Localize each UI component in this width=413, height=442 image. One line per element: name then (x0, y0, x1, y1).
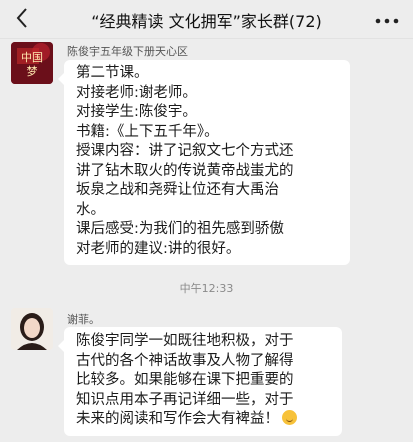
message-line-last: 未来的阅读和写作会大有裨益！ (76, 410, 336, 430)
smile-emoji-icon (282, 410, 297, 425)
message-line: 第二节课。 (76, 65, 149, 81)
message-line: 对老师的建议:讲的很好。 (76, 240, 241, 257)
message-line: 知识点用本子再记详细一些，对于 (76, 391, 294, 408)
message-line: 书籍:《上下五千年》。 (76, 123, 219, 140)
message-line: 讲了钻木取火的传说黄帝战蚩尤的 (76, 162, 294, 179)
message-line: 坂泉之战和尧舜让位还有大禹治 (76, 182, 279, 198)
message-line: 课后感受:为我们的祖先感到骄傲 (76, 221, 284, 237)
avatar[interactable]: 中国 梦 (11, 42, 53, 84)
svg-text:中国: 中国 (21, 51, 43, 64)
avatar[interactable] (11, 308, 53, 350)
chevron-left-icon (16, 8, 27, 28)
message-line: 古代的各个神话故事及人物了解得 (76, 352, 294, 369)
sender-name: 谢菲。 (67, 313, 100, 326)
chat-title: “经典精读 文化拥军”家长群(72) (91, 12, 322, 31)
message-bubble[interactable]: 第二节课。 对接老师:谢老师。 对接学生:陈俊宇。 书籍:《上下五千年》。 授课… (58, 60, 350, 265)
message-text: 未来的阅读和写作会大有裨益！ (76, 411, 279, 427)
message-line: 授课内容：讲了记叙文七个方式还 (76, 143, 294, 159)
message-line: 水。 (76, 201, 105, 218)
more-icon (375, 18, 399, 24)
more-button[interactable] (375, 10, 399, 28)
message-line: 比较多。如果能够在课下把重要的 (76, 372, 294, 388)
message-line: 对接学生:陈俊宇。 (76, 104, 197, 120)
back-button[interactable] (10, 4, 34, 32)
svg-text:梦: 梦 (27, 65, 38, 78)
message-line: 陈俊宇同学一如既往地积极，对于 (76, 333, 294, 349)
message-bubble[interactable]: 陈俊宇同学一如既往地积极，对于 古代的各个神话故事及人物了解得 比较多。如果能够… (58, 327, 342, 436)
message-line: 对接老师:谢老师。 (76, 84, 197, 101)
timestamp: 中午12:33 (179, 282, 234, 295)
user-photo-avatar-image (11, 308, 53, 350)
chat-header: “经典精读 文化拥军”家长群(72) (0, 0, 413, 39)
sender-name: 陈俊宇五年级下册天心区 (67, 45, 188, 58)
china-dream-avatar-image: 中国 梦 (11, 42, 53, 84)
